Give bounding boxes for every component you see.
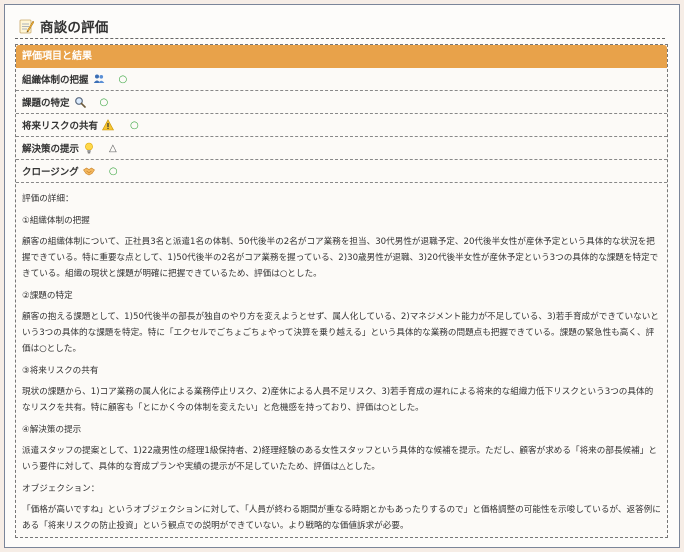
item-label: 将来リスクの共有 — [22, 121, 99, 132]
section-body: 「価格が高いですね」というオブジェクションに対して、「人員が終わる期間が重なる時… — [22, 505, 661, 531]
memo-icon — [18, 18, 35, 34]
item-label: クロージング — [22, 167, 79, 178]
item-label: 課題の特定 — [22, 98, 70, 109]
result-mark: ○ — [118, 73, 128, 85]
section-body: 派遣スタッフの提案として、1)22歳男性の経理1級保持者、2)経理経験のある女性… — [22, 446, 657, 472]
result-mark: △ — [109, 142, 117, 154]
evaluation-box: 評価項目と結果 組織体制の把握 ○ 課題の特定 ○ 将来リスクの共有 ○ 解決策… — [15, 44, 668, 538]
item-row-closing: クロージング ○ — [16, 160, 667, 183]
evaluation-panel: 商談の評価 評価項目と結果 組織体制の把握 ○ 課題の特定 ○ 将来リスクの共有… — [4, 4, 680, 548]
evaluation-header: 評価項目と結果 — [16, 45, 667, 68]
section-heading: ①組織体制の把握 — [22, 216, 90, 226]
section-heading: オブジェクション： — [22, 484, 100, 494]
item-row-solution: 解決策の提示 △ — [16, 137, 667, 160]
magnifier-icon — [74, 96, 86, 108]
warning-icon — [102, 119, 115, 131]
item-row-risk: 将来リスクの共有 ○ — [16, 114, 667, 137]
section-body: 現状の課題から、1)コア業務の属人化による業務停止リスク、2)産休による人員不足… — [22, 387, 654, 413]
result-mark: ○ — [108, 165, 118, 177]
section-body: 顧客の組織体制について、正社員3名と派遣1名の体制、50代後半の2名がコア業務を… — [22, 237, 659, 279]
result-mark: ○ — [130, 119, 139, 131]
item-label: 組織体制の把握 — [22, 75, 89, 86]
people-icon — [93, 73, 105, 85]
section-heading: ④解決策の提示 — [22, 425, 82, 435]
item-row-issue: 課題の特定 ○ — [16, 91, 667, 114]
details-intro: 評価の詳細： — [22, 194, 74, 204]
page-title: 商談の評価 — [40, 20, 109, 36]
section-heading: ③将来リスクの共有 — [22, 366, 99, 376]
title-row: 商談の評価 — [18, 15, 109, 37]
result-mark: ○ — [99, 96, 109, 108]
item-row-organization: 組織体制の把握 ○ — [16, 68, 667, 91]
section-body: 顧客の抱える課題として、1)50代後半の部長が独自のやり方を変えようとせず、属人… — [22, 312, 659, 354]
lightbulb-icon — [83, 142, 95, 154]
item-label: 解決策の提示 — [22, 144, 80, 155]
handshake-icon — [82, 165, 95, 177]
evaluation-details: 評価の詳細： ①組織体制の把握 顧客の組織体制について、正社員3名と派遣1名の体… — [16, 183, 667, 534]
title-divider — [15, 38, 665, 39]
section-heading: ②課題の特定 — [22, 291, 73, 301]
